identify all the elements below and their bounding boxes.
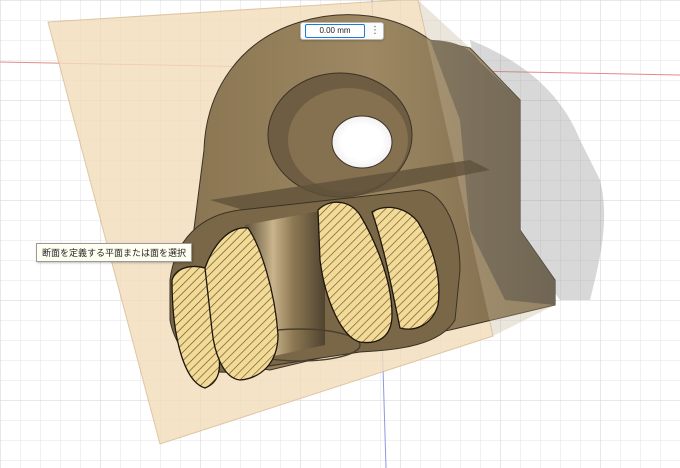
- dimension-input-box: 0.00 mm ⋮: [300, 22, 384, 40]
- 3d-viewport[interactable]: [0, 0, 680, 468]
- more-vertical-icon[interactable]: ⋮: [370, 25, 380, 37]
- mount-hole: [331, 115, 393, 169]
- offset-distance-input[interactable]: 0.00 mm: [305, 24, 365, 38]
- selection-tooltip: 断面を定義する平面または面を選択: [36, 243, 193, 262]
